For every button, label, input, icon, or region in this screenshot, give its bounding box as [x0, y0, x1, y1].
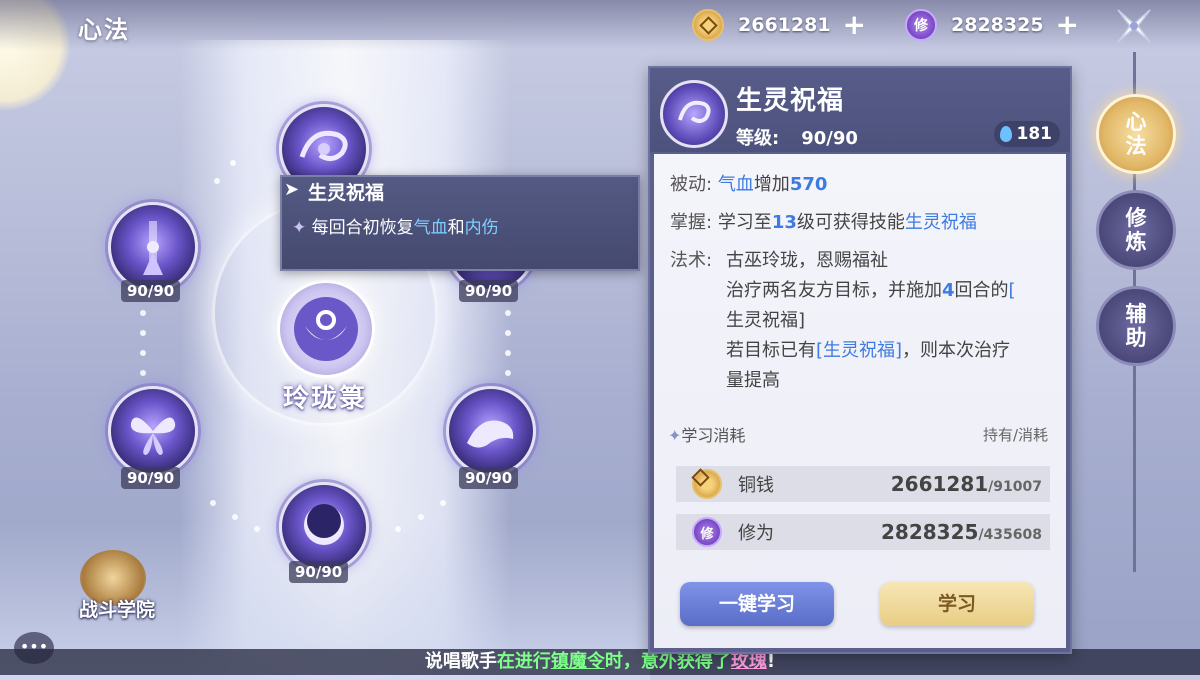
coin-icon	[692, 469, 722, 499]
page-title: 心法	[78, 16, 130, 44]
add-coin-button[interactable]: +	[843, 11, 866, 39]
beast-icon	[467, 420, 514, 448]
skill-detail-panel: 生灵祝福 等级: 90/90 181 被动: 气血增加570 掌握: 学习至13级…	[648, 66, 1072, 654]
skill-points-badge: 181	[993, 121, 1060, 147]
cost-subtitle: 持有/消耗	[982, 426, 1048, 444]
skill-level: 等级: 90/90	[736, 128, 858, 149]
cost-title: ✦学习消耗	[668, 426, 746, 445]
spell-label: 法术:	[670, 250, 713, 271]
droplet-icon	[999, 126, 1012, 142]
spell-line-2: 治疗两名友方目标，并施加4回合的[	[726, 280, 1016, 301]
tab-fuzhu[interactable]: 辅助	[1096, 286, 1176, 366]
learn-button[interactable]: 学习	[880, 582, 1034, 626]
coin-value: 2661281	[738, 14, 831, 36]
skill-level-right-bottom: 90/90	[459, 467, 519, 489]
skill-level-left-top: 90/90	[121, 280, 181, 302]
academy-label: 战斗学院	[78, 599, 155, 621]
spell-line-3: 生灵祝福]	[726, 310, 806, 331]
coin-resource: 2661281 +	[692, 8, 866, 42]
cost-row-coin: 铜钱 2661281/91007	[676, 466, 1050, 502]
panel-header: 生灵祝福 等级: 90/90 181	[650, 68, 1070, 152]
tab-xinfa[interactable]: 心法	[1096, 94, 1176, 174]
battle-academy-button[interactable]: 战斗学院	[70, 545, 160, 625]
cost-row-xiuwei: 修 修为 2828325/435608	[676, 514, 1050, 550]
learn-all-button[interactable]: 一键学习	[680, 582, 834, 626]
spell-line-5: 量提高	[726, 370, 780, 391]
xiuwei-resource: 修 2828325 +	[905, 8, 1079, 42]
skill-tooltip: ➤ 生灵祝福 ✦ 每回合初恢复气血和内伤	[280, 175, 640, 271]
skill-level-right-top: 90/90	[459, 280, 519, 302]
sparkle-icon: ✦	[292, 218, 307, 238]
skill-name: 生灵祝福	[736, 86, 845, 116]
spell-line-4: 若目标已有[生灵祝福]，则本次治疗	[726, 340, 1011, 361]
skill-node-left-bottom[interactable]	[108, 386, 198, 476]
panel-body: 被动: 气血增加570 掌握: 学习至13级可获得技能生灵祝福 法术: 古巫玲珑…	[654, 154, 1066, 648]
spell-line-1: 古巫玲珑，恩赐福祉	[726, 250, 888, 271]
close-icon	[1117, 9, 1151, 43]
figure-icon	[143, 221, 163, 275]
xiuwei-icon: 修	[692, 517, 722, 547]
close-button[interactable]	[1112, 6, 1156, 46]
swirl-icon	[299, 130, 348, 161]
linglong-icon	[294, 297, 358, 361]
passive-row: 被动: 气血增加570	[670, 174, 828, 195]
skill-level-left-bottom: 90/90	[121, 467, 181, 489]
tooltip-title: 生灵祝福	[308, 182, 385, 204]
arrow-icon: ➤	[284, 179, 300, 200]
crescent-moon-icon	[304, 504, 344, 545]
butterfly-icon	[130, 417, 176, 455]
skill-node-right-bottom[interactable]	[446, 386, 536, 476]
master-row: 掌握: 学习至13级可获得技能生灵祝福	[670, 212, 977, 233]
xiuwei-value: 2828325	[951, 14, 1044, 36]
add-xiuwei-button[interactable]: +	[1056, 11, 1079, 39]
coin-icon	[692, 9, 724, 41]
linglong-core[interactable]	[277, 280, 375, 378]
xiuwei-icon: 修	[905, 9, 937, 41]
tooltip-body: ✦ 每回合初恢复气血和内伤	[292, 218, 499, 238]
skill-level-bottom: 90/90	[289, 561, 349, 583]
linglong-label: 玲珑箓	[282, 384, 367, 414]
skill-node-left-top[interactable]	[108, 202, 198, 292]
shengling-icon	[660, 80, 728, 148]
tab-xiulian[interactable]: 修炼	[1096, 190, 1176, 270]
skill-node-bottom[interactable]	[279, 482, 369, 572]
